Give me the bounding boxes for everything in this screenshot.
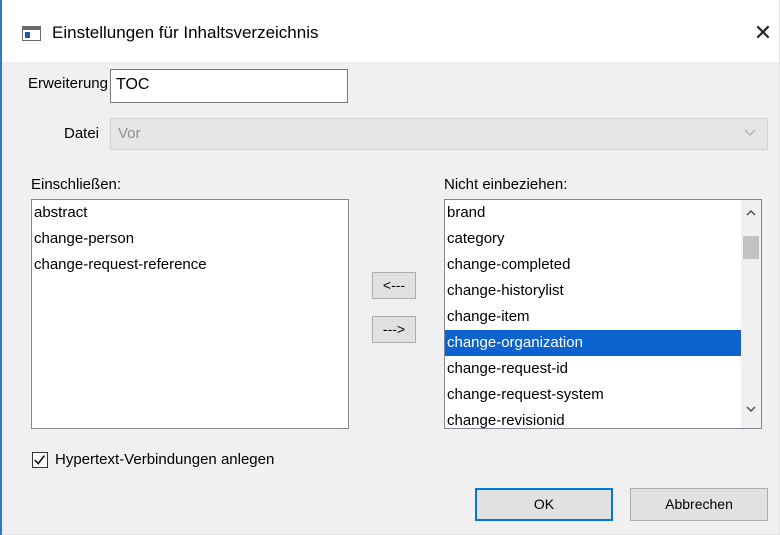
extension-input[interactable]: TOC bbox=[110, 69, 348, 103]
hypertext-checkbox-label[interactable]: Hypertext-Verbindungen anlegen bbox=[55, 451, 274, 468]
include-list[interactable]: abstract change-person change-request-re… bbox=[31, 199, 349, 429]
list-item[interactable]: change-completed bbox=[445, 252, 761, 278]
file-dropdown-value: Vor bbox=[118, 125, 141, 142]
list-item[interactable]: category bbox=[445, 226, 761, 252]
chevron-down-icon bbox=[744, 129, 756, 136]
file-label: Datei bbox=[64, 125, 100, 142]
app-window-icon bbox=[22, 26, 41, 41]
exclude-list-scrollbar[interactable] bbox=[741, 200, 761, 428]
dialog-title: Einstellungen für Inhaltsverzeichnis bbox=[52, 23, 319, 42]
list-item[interactable]: brand bbox=[445, 200, 761, 226]
list-item[interactable]: change-request-reference bbox=[32, 252, 348, 278]
list-item[interactable]: change-request-system bbox=[445, 382, 761, 408]
title-bar: Einstellungen für Inhaltsverzeichnis ✕ bbox=[0, 0, 779, 62]
move-to-exclude-button[interactable]: ---> bbox=[372, 316, 416, 343]
chevron-down-icon[interactable] bbox=[741, 402, 761, 422]
list-item[interactable]: abstract bbox=[32, 200, 348, 226]
checkmark-icon bbox=[34, 455, 45, 465]
list-item[interactable]: change-historylist bbox=[445, 278, 761, 304]
exclude-label: Nicht einbeziehen: bbox=[444, 176, 568, 193]
chevron-up-icon[interactable] bbox=[741, 206, 761, 226]
close-icon[interactable]: ✕ bbox=[748, 15, 778, 51]
hypertext-checkbox[interactable] bbox=[32, 452, 48, 468]
ok-button[interactable]: OK bbox=[475, 488, 613, 521]
include-label: Einschließen: bbox=[31, 176, 122, 193]
file-dropdown[interactable]: Vor bbox=[110, 118, 768, 150]
list-item[interactable]: change-item bbox=[445, 304, 761, 330]
list-item-selected[interactable]: change-organization bbox=[445, 330, 741, 356]
list-item[interactable]: change-request-id bbox=[445, 356, 761, 382]
list-item[interactable]: change-revisionid bbox=[445, 408, 761, 428]
cancel-button[interactable]: Abbrechen bbox=[630, 488, 768, 521]
move-to-include-button[interactable]: <--- bbox=[372, 272, 416, 299]
toc-settings-dialog: Einstellungen für Inhaltsverzeichnis ✕ E… bbox=[0, 0, 780, 535]
exclude-list[interactable]: brand category change-completed change-h… bbox=[444, 199, 762, 429]
scroll-thumb[interactable] bbox=[743, 236, 759, 259]
extension-label: Erweiterung: bbox=[28, 75, 108, 92]
list-item[interactable]: change-person bbox=[32, 226, 348, 252]
window-accent-edge bbox=[0, 0, 2, 535]
